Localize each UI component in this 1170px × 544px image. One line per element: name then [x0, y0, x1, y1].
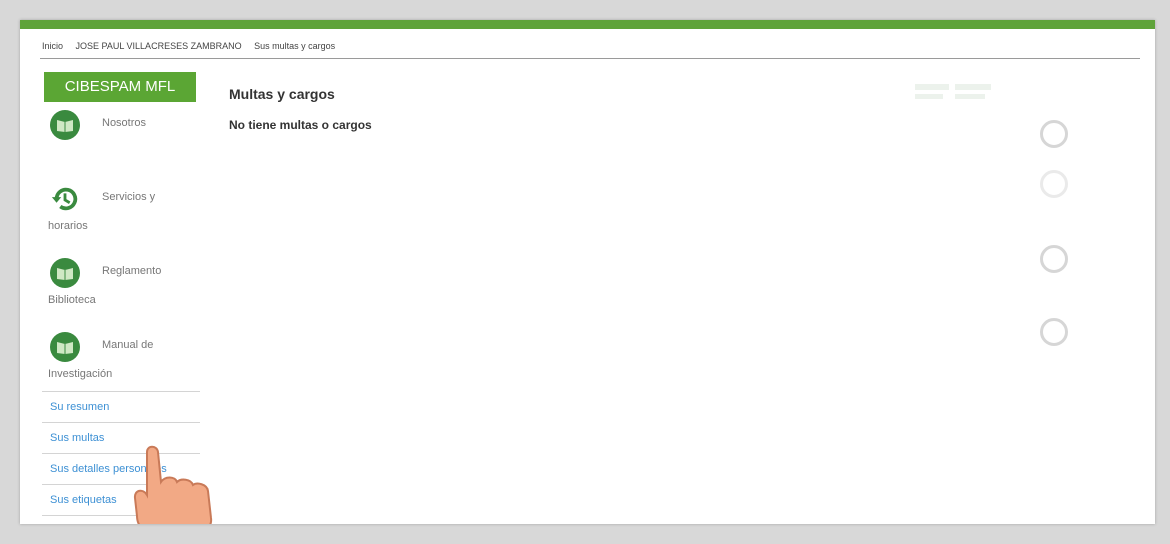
pointing-hand-icon	[133, 445, 213, 524]
sidebar-item-servicios[interactable]: Servicios y horarios	[42, 180, 202, 250]
breadcrumb-home-link[interactable]: Inicio	[42, 36, 63, 56]
sidebar-item-label: Reglamento	[102, 265, 162, 277]
sidebar-item-label: Servicios y	[102, 191, 156, 203]
sidebar-item-nosotros[interactable]: Nosotros	[42, 106, 202, 176]
sidebar-item-label: Manual de	[102, 339, 154, 351]
book-icon	[50, 258, 80, 288]
brand-header: CIBESPAM MFL	[44, 72, 196, 102]
top-accent-bar	[20, 20, 1155, 29]
browser-frame: Inicio JOSE PAUL VILLACRESES ZAMBRANO Su…	[20, 20, 1155, 524]
link-su-resumen[interactable]: Su resumen	[42, 391, 200, 423]
sidebar-item-label: Nosotros	[102, 117, 147, 129]
sidebar: CIBESPAM MFL Nosotros Servicios y horari…	[42, 72, 202, 398]
sidebar-item-manual[interactable]: Manual de Investigación	[42, 328, 202, 398]
faded-circle-icon	[1040, 318, 1068, 346]
sidebar-item-label-cont: Biblioteca	[48, 294, 96, 306]
faded-logo-watermark	[915, 84, 991, 99]
faded-circle-icon	[1040, 170, 1068, 198]
breadcrumb-user-link[interactable]: JOSE PAUL VILLACRESES ZAMBRANO	[76, 36, 242, 56]
breadcrumb-current: Sus multas y cargos	[254, 41, 336, 51]
empty-state-message: No tiene multas o cargos	[229, 118, 372, 132]
breadcrumb: Inicio JOSE PAUL VILLACRESES ZAMBRANO Su…	[40, 36, 1140, 59]
sidebar-item-reglamento[interactable]: Reglamento Biblioteca	[42, 254, 202, 324]
sidebar-item-label-cont: horarios	[48, 220, 88, 232]
sidebar-item-label-cont: Investigación	[48, 368, 113, 380]
faded-circle-icon	[1040, 120, 1068, 148]
history-clock-icon	[50, 184, 80, 214]
page-title: Multas y cargos	[229, 86, 335, 102]
faded-circle-icon	[1040, 245, 1068, 273]
book-icon	[50, 332, 80, 362]
book-icon	[50, 110, 80, 140]
